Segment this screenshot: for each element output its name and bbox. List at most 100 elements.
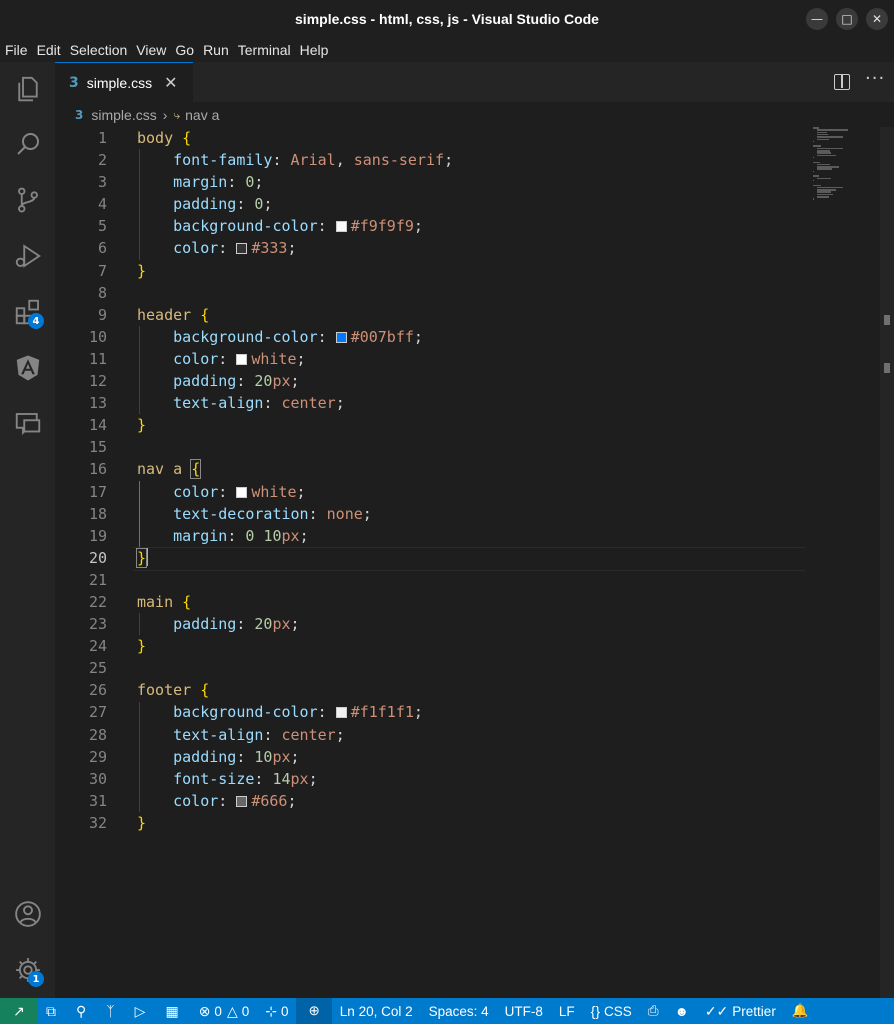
color-swatch[interactable] bbox=[335, 221, 347, 233]
menu-file[interactable]: File bbox=[5, 42, 28, 58]
code-line[interactable]: nav a { bbox=[137, 458, 807, 480]
code-line[interactable] bbox=[137, 657, 807, 679]
status-search-button[interactable]: ⚲ bbox=[68, 998, 98, 1024]
code-line[interactable]: font-size: 14px; bbox=[137, 768, 807, 790]
encoding-setting[interactable]: UTF-8 bbox=[497, 998, 551, 1024]
code-line[interactable]: color: #666; bbox=[137, 790, 807, 812]
line-number: 8 bbox=[97, 283, 107, 302]
zoom-button[interactable]: ⊕ bbox=[296, 998, 332, 1024]
code-line[interactable]: font-family: Arial, sans-serif; bbox=[137, 149, 807, 171]
close-window-button[interactable]: ✕ bbox=[866, 8, 888, 30]
code-line[interactable]: padding: 0; bbox=[137, 193, 807, 215]
terminal-button[interactable]: ⎙ bbox=[640, 998, 667, 1024]
prettier-label: Prettier bbox=[732, 1003, 776, 1019]
code-line[interactable]: text-align: center; bbox=[137, 724, 807, 746]
line-number: 21 bbox=[88, 570, 107, 589]
menu-terminal[interactable]: Terminal bbox=[238, 42, 291, 58]
menu-selection[interactable]: Selection bbox=[70, 42, 128, 58]
color-swatch[interactable] bbox=[236, 795, 248, 807]
code-line[interactable]: text-align: center; bbox=[137, 392, 807, 414]
source-control-icon[interactable] bbox=[0, 178, 55, 222]
code-line[interactable]: } bbox=[137, 812, 807, 834]
code-area[interactable]: body { font-family: Arial, sans-serif; m… bbox=[133, 127, 807, 834]
cursor-position[interactable]: Ln 20, Col 2 bbox=[332, 998, 421, 1024]
menu-help[interactable]: Help bbox=[300, 42, 329, 58]
search-icon[interactable] bbox=[0, 122, 55, 166]
minimap-line bbox=[817, 191, 831, 193]
menu-run[interactable]: Run bbox=[203, 42, 229, 58]
code-line[interactable]: } bbox=[137, 260, 807, 282]
account-icon[interactable] bbox=[0, 892, 55, 936]
angular-icon[interactable] bbox=[0, 346, 55, 390]
code-line[interactable]: } bbox=[137, 635, 807, 657]
code-line[interactable]: color: white; bbox=[137, 481, 807, 503]
code-line[interactable]: background-color: #f9f9f9; bbox=[137, 215, 807, 237]
status-extensions-button[interactable]: ▦ bbox=[157, 998, 190, 1024]
code-line[interactable]: } bbox=[133, 546, 807, 571]
port-count: 0 bbox=[280, 1003, 289, 1019]
tab-simple-css[interactable]: 3 simple.css ✕ bbox=[55, 62, 193, 102]
minimize-button[interactable]: — bbox=[806, 8, 828, 30]
menu-go[interactable]: Go bbox=[175, 42, 194, 58]
menu-view[interactable]: View bbox=[136, 42, 166, 58]
line-number: 17 bbox=[88, 482, 107, 501]
code-line[interactable]: text-decoration: none; bbox=[137, 503, 807, 525]
code-line[interactable]: color: white; bbox=[137, 348, 807, 370]
menu-edit[interactable]: Edit bbox=[37, 42, 61, 58]
code-line[interactable]: background-color: #f1f1f1; bbox=[137, 701, 807, 723]
ports-button[interactable]: ⊹ 0 bbox=[257, 998, 296, 1024]
code-line[interactable] bbox=[137, 282, 807, 304]
run-debug-icon[interactable] bbox=[0, 234, 55, 278]
minimize-icon: — bbox=[811, 12, 823, 26]
indentation-setting[interactable]: Spaces: 4 bbox=[421, 998, 497, 1024]
code-line[interactable]: } bbox=[137, 414, 807, 436]
prettier-button[interactable]: ✓✓ Prettier bbox=[697, 998, 784, 1024]
maximize-button[interactable]: □ bbox=[836, 8, 858, 30]
tab-close-icon[interactable]: ✕ bbox=[164, 73, 177, 92]
extensions-icon[interactable] bbox=[0, 290, 55, 334]
code-line[interactable]: color: #333; bbox=[137, 237, 807, 259]
more-actions-icon[interactable]: ··· bbox=[865, 68, 885, 89]
remote-indicator-button[interactable]: ↗ bbox=[0, 998, 38, 1024]
status-explorer-button[interactable]: ⧉ bbox=[38, 998, 68, 1024]
color-swatch[interactable] bbox=[236, 243, 248, 255]
code-line[interactable]: padding: 20px; bbox=[137, 370, 807, 392]
code-line[interactable]: margin: 0; bbox=[137, 171, 807, 193]
eol-setting[interactable]: LF bbox=[551, 998, 583, 1024]
code-line[interactable]: background-color: #007bff; bbox=[137, 326, 807, 348]
split-editor-icon[interactable] bbox=[834, 74, 850, 90]
breadcrumb-file[interactable]: simple.css bbox=[91, 107, 156, 123]
color-swatch[interactable] bbox=[236, 353, 248, 365]
minimap-line bbox=[817, 186, 843, 189]
code-line[interactable]: margin: 0 10px; bbox=[137, 525, 807, 547]
status-debug-button[interactable]: ▷ bbox=[127, 998, 158, 1024]
code-line[interactable]: main { bbox=[137, 591, 807, 613]
code-line[interactable] bbox=[137, 436, 807, 458]
minimap[interactable] bbox=[813, 127, 873, 207]
language-mode[interactable]: {} CSS bbox=[583, 998, 640, 1024]
line-number: 20 bbox=[88, 548, 107, 567]
remote-explorer-icon[interactable] bbox=[0, 402, 55, 446]
minimap-line bbox=[817, 133, 828, 136]
text-cursor bbox=[146, 547, 149, 566]
code-line[interactable]: padding: 10px; bbox=[137, 746, 807, 768]
settings-gear-icon[interactable] bbox=[0, 948, 55, 992]
explorer-icon[interactable] bbox=[0, 67, 55, 111]
problems-button[interactable]: ⊗ 0 △ 0 bbox=[191, 998, 258, 1024]
line-number: 31 bbox=[88, 791, 107, 810]
code-line[interactable] bbox=[137, 569, 807, 591]
color-swatch[interactable] bbox=[335, 707, 347, 719]
breadcrumb-symbol[interactable]: nav a bbox=[185, 107, 219, 123]
code-line[interactable]: footer { bbox=[137, 679, 807, 701]
code-line[interactable]: body { bbox=[137, 127, 807, 149]
color-swatch[interactable] bbox=[335, 331, 347, 343]
code-line[interactable]: padding: 20px; bbox=[137, 613, 807, 635]
notifications-button[interactable]: 🔔 bbox=[784, 998, 817, 1024]
color-swatch[interactable] bbox=[236, 486, 248, 498]
code-line[interactable]: header { bbox=[137, 304, 807, 326]
code-editor[interactable]: 1 2 3 4 5 6 7 8 9 10 11 12 13 14 15 16 17 18 19 20 21 22 23 24 2… bbox=[55, 127, 894, 998]
copilot-button[interactable]: ☻ bbox=[667, 998, 697, 1024]
tab-label: simple.css bbox=[86, 74, 153, 91]
status-source-control-button[interactable]: ᛉ bbox=[98, 998, 126, 1024]
vertical-scrollbar[interactable] bbox=[880, 127, 894, 998]
